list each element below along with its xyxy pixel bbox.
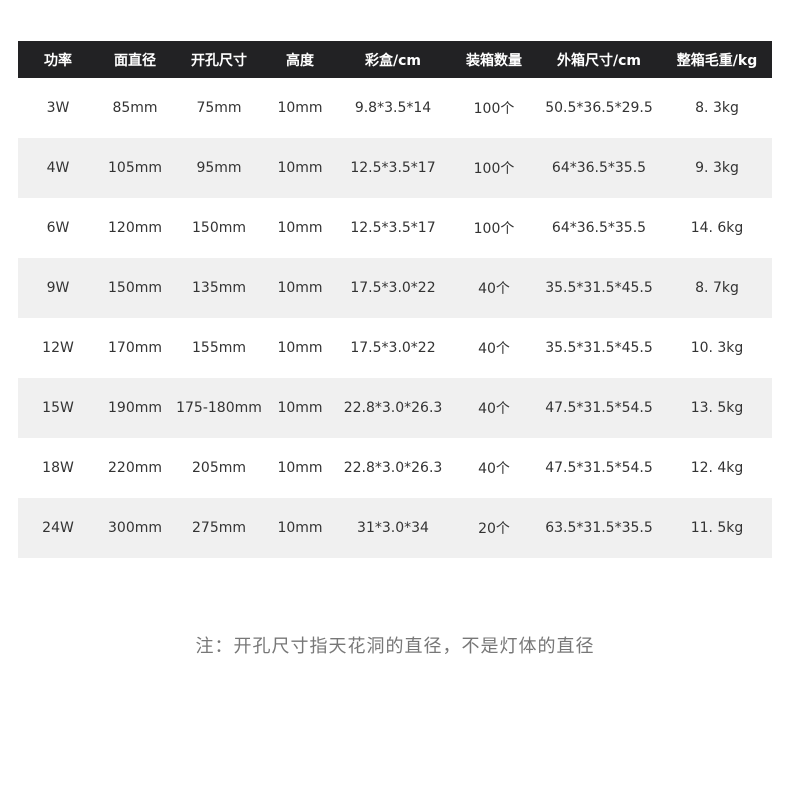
cell-power: 3W bbox=[46, 100, 70, 116]
cell-carton-size: 50.5*36.5*29.5 bbox=[545, 100, 653, 116]
cell-cutout-size: 205mm bbox=[192, 460, 246, 476]
cell-face-diameter: 85mm bbox=[112, 100, 158, 116]
footnote: 注：开孔尺寸指天花洞的直径，不是灯体的直径 bbox=[195, 636, 595, 657]
cell-height: 10mm bbox=[277, 340, 323, 356]
cell-carton-size: 35.5*31.5*45.5 bbox=[545, 340, 653, 356]
cell-gross-weight: 14. 6kg bbox=[690, 220, 744, 236]
cell-height: 10mm bbox=[277, 280, 323, 296]
cell-color-box: 22.8*3.0*26.3 bbox=[343, 460, 443, 476]
cell-packing-qty: 40个 bbox=[478, 281, 510, 297]
cell-gross-weight: 8. 3kg bbox=[695, 100, 739, 116]
header-cutout-size: 开孔尺寸 bbox=[191, 52, 247, 69]
cell-cutout-size: 150mm bbox=[192, 220, 246, 236]
cell-cutout-size: 95mm bbox=[196, 160, 242, 176]
cell-face-diameter: 170mm bbox=[108, 340, 162, 356]
spec-table: 功率 面直径 开孔尺寸 高度 彩盒/cm 装箱数量 外箱尺寸/cm 整箱毛重/k… bbox=[18, 41, 772, 558]
cell-color-box: 9.8*3.5*14 bbox=[354, 100, 432, 116]
cell-packing-qty: 40个 bbox=[478, 401, 510, 417]
cell-carton-size: 35.5*31.5*45.5 bbox=[545, 280, 653, 296]
table-header-row: 功率 面直径 开孔尺寸 高度 彩盒/cm 装箱数量 外箱尺寸/cm 整箱毛重/k… bbox=[18, 41, 772, 78]
cell-cutout-size: 175-180mm bbox=[176, 400, 262, 416]
cell-carton-size: 64*36.5*35.5 bbox=[551, 220, 647, 236]
cell-color-box: 12.5*3.5*17 bbox=[350, 220, 436, 236]
table-row: 6W 120mm 150mm 10mm 12.5*3.5*17 100个 64*… bbox=[18, 198, 772, 258]
cell-packing-qty: 40个 bbox=[478, 341, 510, 357]
cell-color-box: 17.5*3.0*22 bbox=[350, 340, 436, 356]
cell-gross-weight: 9. 3kg bbox=[695, 160, 739, 176]
cell-height: 10mm bbox=[277, 460, 323, 476]
cell-height: 10mm bbox=[277, 400, 323, 416]
cell-carton-size: 63.5*31.5*35.5 bbox=[545, 520, 653, 536]
cell-face-diameter: 150mm bbox=[108, 280, 162, 296]
table-row: 12W 170mm 155mm 10mm 17.5*3.0*22 40个 35.… bbox=[18, 318, 772, 378]
cell-gross-weight: 13. 5kg bbox=[690, 400, 744, 416]
cell-face-diameter: 190mm bbox=[108, 400, 162, 416]
cell-color-box: 22.8*3.0*26.3 bbox=[343, 400, 443, 416]
cell-face-diameter: 120mm bbox=[108, 220, 162, 236]
cell-cutout-size: 275mm bbox=[192, 520, 246, 536]
table-row: 15W 190mm 175-180mm 10mm 22.8*3.0*26.3 4… bbox=[18, 378, 772, 438]
header-carton-size: 外箱尺寸/cm bbox=[557, 52, 641, 69]
cell-height: 10mm bbox=[277, 220, 323, 236]
cell-face-diameter: 105mm bbox=[108, 160, 162, 176]
cell-carton-size: 47.5*31.5*54.5 bbox=[545, 400, 653, 416]
cell-color-box: 12.5*3.5*17 bbox=[350, 160, 436, 176]
header-power: 功率 bbox=[44, 52, 72, 69]
header-color-box: 彩盒/cm bbox=[365, 52, 421, 69]
cell-height: 10mm bbox=[277, 100, 323, 116]
table-row: 4W 105mm 95mm 10mm 12.5*3.5*17 100个 64*3… bbox=[18, 138, 772, 198]
header-face-diameter: 面直径 bbox=[114, 52, 156, 69]
cell-carton-size: 47.5*31.5*54.5 bbox=[545, 460, 653, 476]
cell-color-box: 31*3.0*34 bbox=[357, 520, 429, 536]
cell-power: 12W bbox=[42, 340, 74, 356]
cell-color-box: 17.5*3.0*22 bbox=[350, 280, 436, 296]
cell-power: 15W bbox=[42, 400, 74, 416]
table-row: 3W 85mm 75mm 10mm 9.8*3.5*14 100个 50.5*3… bbox=[18, 78, 772, 138]
table-row: 18W 220mm 205mm 10mm 22.8*3.0*26.3 40个 4… bbox=[18, 438, 772, 498]
cell-height: 10mm bbox=[277, 520, 323, 536]
cell-cutout-size: 155mm bbox=[192, 340, 246, 356]
table-row: 24W 300mm 275mm 10mm 31*3.0*34 20个 63.5*… bbox=[18, 498, 772, 558]
cell-face-diameter: 220mm bbox=[108, 460, 162, 476]
cell-packing-qty: 20个 bbox=[478, 521, 510, 537]
cell-gross-weight: 12. 4kg bbox=[690, 460, 744, 476]
table-row: 9W 150mm 135mm 10mm 17.5*3.0*22 40个 35.5… bbox=[18, 258, 772, 318]
cell-gross-weight: 11. 5kg bbox=[690, 520, 744, 536]
cell-gross-weight: 8. 7kg bbox=[695, 280, 739, 296]
cell-face-diameter: 300mm bbox=[108, 520, 162, 536]
cell-power: 9W bbox=[46, 280, 70, 296]
header-height: 高度 bbox=[286, 52, 314, 69]
cell-power: 4W bbox=[46, 160, 70, 176]
cell-cutout-size: 75mm bbox=[196, 100, 242, 116]
cell-gross-weight: 10. 3kg bbox=[690, 340, 744, 356]
cell-power: 6W bbox=[46, 220, 70, 236]
cell-carton-size: 64*36.5*35.5 bbox=[551, 160, 647, 176]
cell-height: 10mm bbox=[277, 160, 323, 176]
header-packing-qty: 装箱数量 bbox=[466, 52, 522, 69]
cell-power: 24W bbox=[42, 520, 74, 536]
cell-packing-qty: 40个 bbox=[478, 461, 510, 477]
cell-packing-qty: 100个 bbox=[473, 101, 515, 117]
header-gross-weight: 整箱毛重/kg bbox=[676, 52, 758, 69]
cell-packing-qty: 100个 bbox=[473, 221, 515, 237]
cell-cutout-size: 135mm bbox=[192, 280, 246, 296]
cell-packing-qty: 100个 bbox=[473, 161, 515, 177]
cell-power: 18W bbox=[42, 460, 74, 476]
